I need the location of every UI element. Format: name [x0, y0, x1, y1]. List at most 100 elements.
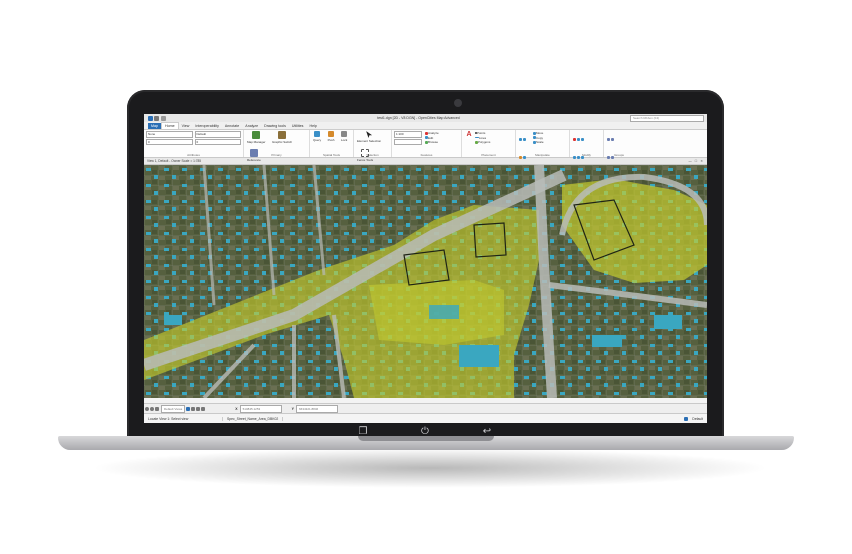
group-label-manipulate: Manipulate	[535, 152, 550, 157]
feature-combo[interactable]	[394, 138, 422, 145]
trim-icon[interactable]	[576, 138, 580, 142]
group-label-placement: Placement	[481, 152, 496, 157]
map-manager-button[interactable]: Map Manager	[247, 131, 266, 144]
view-save-icon[interactable]	[185, 407, 190, 411]
graphic-switch-label: Graphic Switch	[271, 140, 293, 144]
map-manager-label: Map Manager	[247, 140, 266, 144]
graphic-switch-icon	[278, 131, 287, 139]
back-icon[interactable]: ↩	[479, 426, 495, 437]
zoom-out-icon[interactable]	[195, 407, 200, 411]
x-coordinate-field[interactable]: 510845.1253	[239, 405, 282, 413]
tab-map[interactable]: Map	[148, 123, 161, 129]
weight-combo[interactable]: 0	[194, 138, 241, 145]
lock-button[interactable]: Lock	[341, 131, 347, 142]
view-window-bar: View 1, Default - Owner Scale = 1:785 — …	[144, 158, 707, 165]
push-button[interactable]: Push	[328, 131, 334, 142]
title-bar: test1.dgn [2D - V8 DGN] - OpenCities Map…	[144, 114, 707, 122]
delete-icon[interactable]	[572, 138, 576, 142]
tab-utilities[interactable]: Utilities	[289, 123, 307, 129]
building-block-5	[164, 315, 182, 325]
group-attributes: None 0 Default 0 Attributes	[144, 130, 244, 157]
group-icon[interactable]	[606, 138, 610, 142]
break-icon[interactable]	[580, 156, 584, 160]
status-prompt: Locate View 1: Select view	[144, 417, 223, 421]
app-icon	[147, 115, 153, 121]
map-canvas[interactable]	[144, 165, 707, 398]
map-manager-icon	[252, 131, 261, 139]
pan-icon[interactable]	[200, 407, 205, 411]
fillet-icon[interactable]	[572, 156, 576, 160]
points-label: Points	[477, 131, 486, 135]
building-block-1	[459, 345, 499, 367]
map-drawing	[144, 165, 707, 398]
save-icon[interactable]	[154, 115, 160, 121]
group-primary: Map Manager Graphic Switch Reference Pri…	[244, 130, 310, 162]
chamfer-icon[interactable]	[576, 156, 580, 160]
group-label-modify: Modify	[582, 152, 591, 157]
add-to-graphic-group-icon[interactable]	[606, 156, 610, 160]
zoom-in-icon[interactable]	[190, 407, 195, 411]
recent-apps-icon[interactable]: ❐	[355, 426, 371, 437]
building-block-2	[429, 305, 459, 319]
building-block-3	[592, 335, 622, 347]
x-coordinate-label: X	[235, 407, 238, 411]
view-title: View 1, Default - Owner Scale = 1:785	[147, 159, 202, 163]
scale-combo[interactable]: 1:100	[394, 131, 422, 138]
array-icon[interactable]	[518, 156, 522, 160]
status-file: Spec_Street_Name_Area_DBK02	[223, 417, 284, 421]
ribbon-search[interactable]: Search Ribbon (F4)	[630, 114, 704, 122]
tab-interoperability[interactable]: Interoperability	[192, 123, 222, 129]
mirror-icon[interactable]	[522, 138, 526, 142]
tab-help[interactable]: Help	[306, 123, 319, 129]
copy-label: Copy	[536, 135, 544, 140]
group-manipulate: Move Copy Scale Manipulate	[516, 130, 570, 160]
tab-home[interactable]: Home	[161, 122, 179, 129]
quick-access-toolbar[interactable]	[147, 115, 207, 121]
extend-icon[interactable]	[580, 138, 584, 142]
y-coordinate-field[interactable]: 6634321.8846	[295, 405, 338, 413]
graphic-switch-button[interactable]: Graphic Switch	[272, 131, 292, 144]
line-icon	[474, 137, 479, 139]
rotate-icon[interactable]	[518, 138, 522, 142]
group-label-features: Features	[420, 152, 433, 157]
query-label: Query	[313, 138, 322, 142]
view-window-icon[interactable]	[154, 407, 159, 411]
polygons-button[interactable]: Polygons	[474, 140, 490, 145]
drop-from-group-icon[interactable]	[610, 156, 614, 160]
undo-icon[interactable]	[161, 115, 167, 121]
group-features: 1:100 Analyze Edit Browse Features	[392, 130, 462, 157]
power-icon[interactable]: ⏻	[417, 426, 433, 437]
edit-label: Edit	[428, 135, 434, 140]
text-icon: A	[465, 131, 473, 139]
query-button[interactable]: Query	[313, 131, 321, 142]
tab-view[interactable]: View	[179, 123, 193, 129]
reference-label: Reference	[247, 158, 261, 162]
tab-analyze[interactable]: Analyze	[242, 123, 261, 129]
color-combo[interactable]: 0	[146, 138, 193, 145]
tab-annotate[interactable]: Annotate	[222, 123, 242, 129]
text-button[interactable]: A	[465, 131, 473, 145]
query-icon	[314, 131, 321, 137]
view-window-controls[interactable]: — ☐ ✕	[689, 158, 708, 164]
building-block-4	[654, 315, 682, 329]
laptop-shadow	[90, 448, 770, 488]
view-fit-icon[interactable]	[149, 407, 154, 411]
view-rotate-icon[interactable]	[144, 407, 149, 411]
ungroup-icon[interactable]	[610, 138, 614, 142]
group-label-primary: Primary	[271, 152, 282, 157]
browse-label: Browse	[428, 140, 439, 144]
fence-tools-label: Fence Tools	[357, 158, 374, 162]
level-combo[interactable]: None	[146, 131, 193, 138]
scale-button[interactable]: Scale	[532, 140, 544, 145]
webcam	[454, 99, 462, 107]
view-selector[interactable]: Default Views	[161, 405, 186, 413]
stretch-icon[interactable]	[522, 156, 526, 160]
cursor-icon	[366, 131, 373, 138]
browse-button[interactable]: Browse	[424, 140, 439, 145]
status-level[interactable]: Default	[688, 417, 707, 421]
element-selection-button[interactable]: Element Selection	[357, 131, 381, 143]
group-label-selection: Selection	[366, 152, 379, 157]
ribbon-tabs: Map Home View Interoperability Annotate …	[144, 122, 707, 130]
style-combo[interactable]: Default	[194, 131, 241, 138]
tab-drawing-tools[interactable]: Drawing tools	[261, 123, 289, 129]
